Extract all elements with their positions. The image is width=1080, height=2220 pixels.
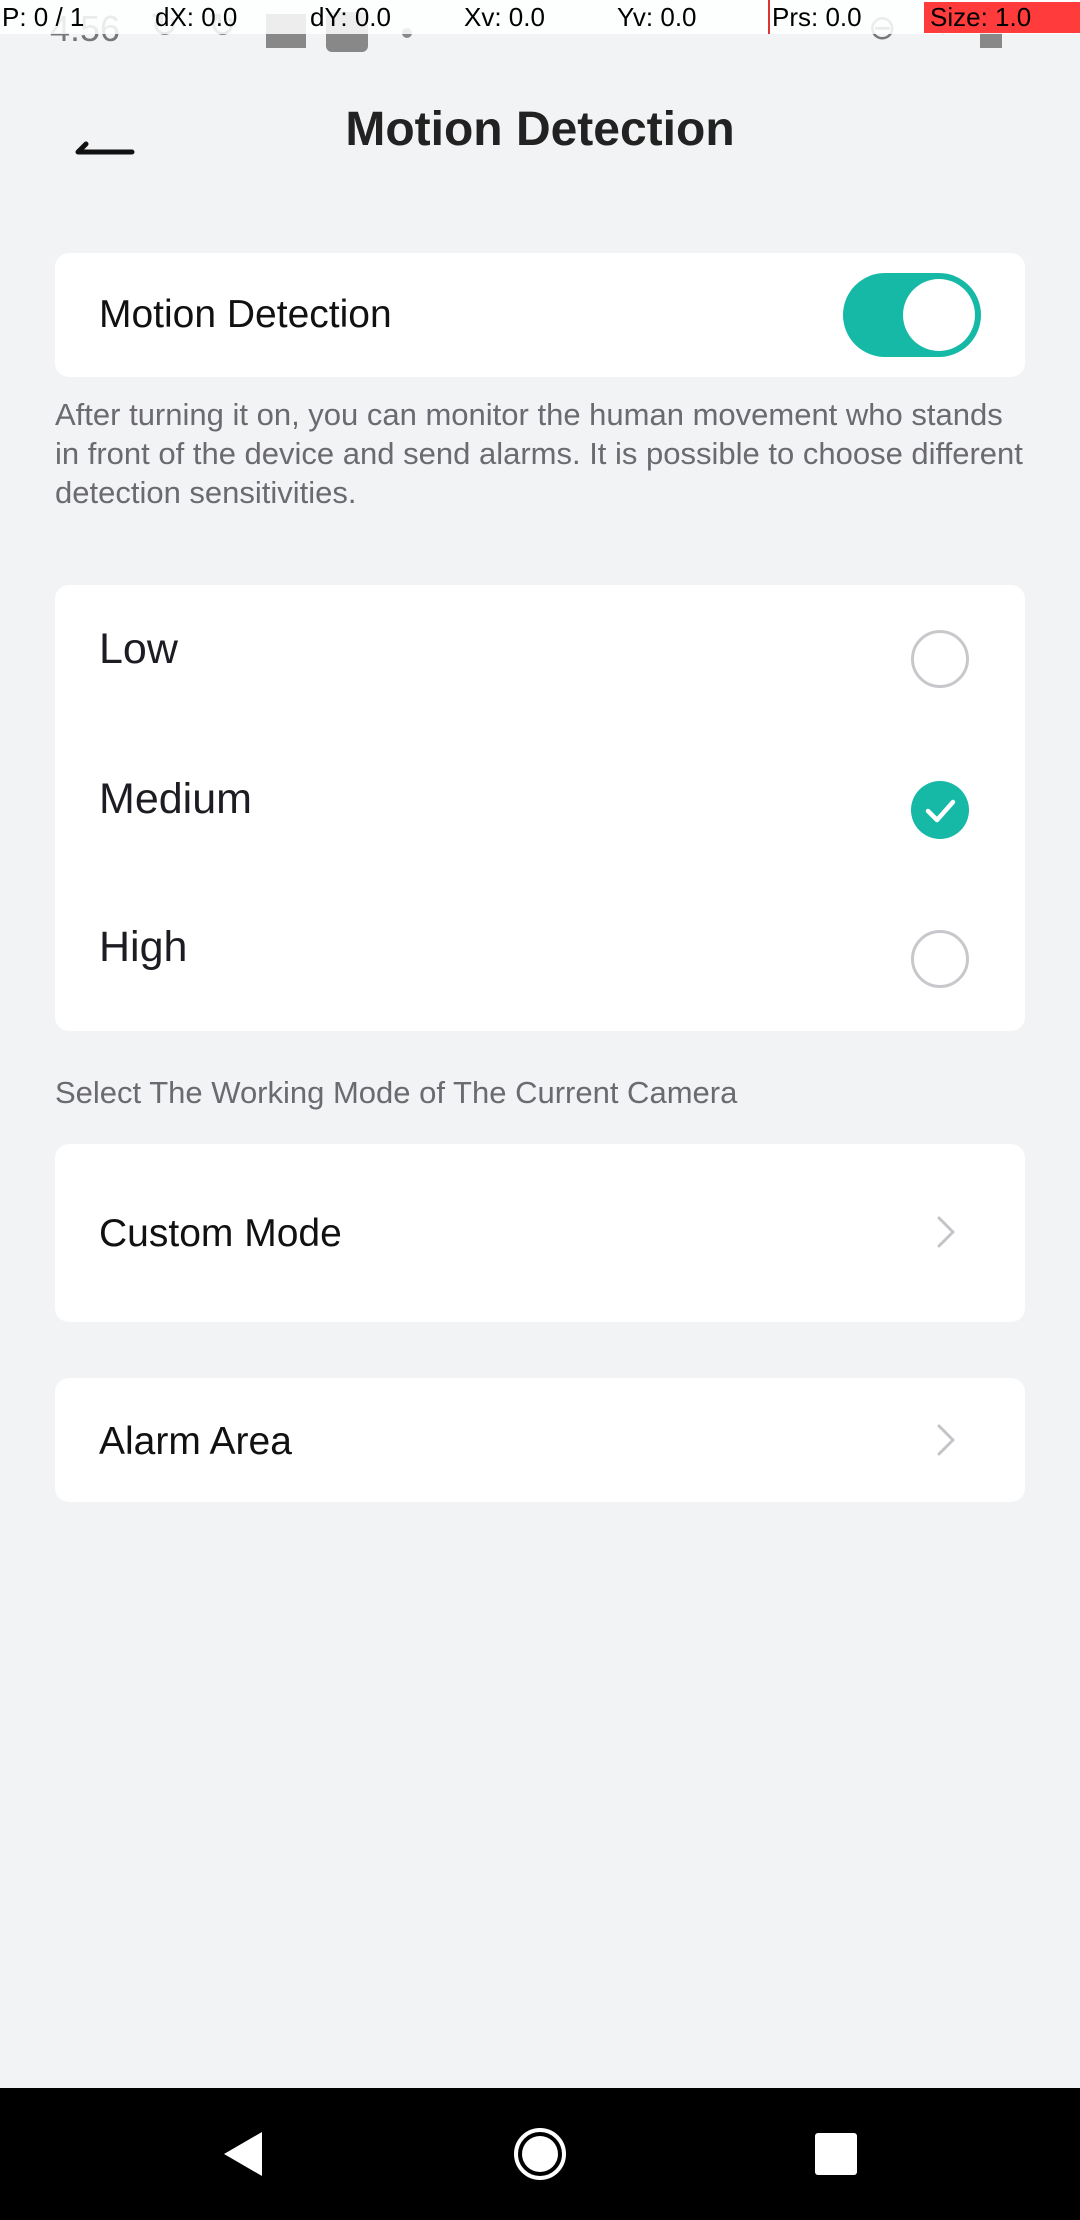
motion-detection-toggle[interactable] <box>843 273 981 357</box>
sensitivity-option-medium[interactable]: Medium <box>55 735 1025 885</box>
checkmark-icon <box>925 799 956 823</box>
alarm-area-row[interactable]: Alarm Area <box>55 1378 1025 1502</box>
sensitivity-card: Low Medium High <box>55 585 1025 1031</box>
nav-recents-icon <box>815 2133 857 2175</box>
nav-home-icon <box>514 2128 566 2180</box>
chevron-right-icon <box>937 1216 955 1248</box>
custom-mode-label: Custom Mode <box>99 1212 342 1255</box>
navigation-bar <box>0 2088 1080 2220</box>
nav-home-button[interactable] <box>500 2118 580 2190</box>
overlay-dx: dX: 0.0 <box>155 2 238 32</box>
radio-low[interactable] <box>911 630 969 688</box>
overlay-dy: dY: 0.0 <box>310 2 391 32</box>
sensitivity-label-high: High <box>99 923 188 971</box>
motion-description: After turning it on, you can monitor the… <box>55 397 1023 510</box>
radio-high[interactable] <box>911 930 969 988</box>
sensitivity-label-medium: Medium <box>99 775 252 823</box>
sensitivity-label-low: Low <box>99 625 178 673</box>
screen: 4:56 ↻ ↻ ⊖ ▼ P: 0 / 1 dX: 0.0 dY: 0.0 Xv… <box>0 0 1080 2220</box>
overlay-size: Size: 1.0 <box>924 2 1080 33</box>
chevron-right-icon <box>937 1424 955 1456</box>
nav-recents-button[interactable] <box>796 2118 876 2190</box>
overlay-xv: Xv: 0.0 <box>464 2 545 32</box>
status-bar: 4:56 ↻ ↻ ⊖ ▼ P: 0 / 1 dX: 0.0 dY: 0.0 Xv… <box>0 0 1080 52</box>
nav-back-icon <box>224 2132 262 2176</box>
debug-overlay: P: 0 / 1 dX: 0.0 dY: 0.0 Xv: 0.0 Yv: 0.0… <box>0 0 1080 34</box>
header: Motion Detection <box>0 80 1080 190</box>
toggle-knob <box>903 279 975 351</box>
motion-detection-card: Motion Detection <box>55 253 1025 377</box>
working-mode-caption: Select The Working Mode of The Current C… <box>55 1075 738 1110</box>
radio-medium[interactable] <box>911 781 969 839</box>
overlay-p: P: 0 / 1 <box>2 2 85 32</box>
page-title: Motion Detection <box>345 103 735 156</box>
overlay-separator <box>768 0 770 34</box>
custom-mode-row[interactable]: Custom Mode <box>55 1144 1025 1322</box>
sensitivity-option-high[interactable]: High <box>55 883 1025 1033</box>
motion-detection-label: Motion Detection <box>99 293 392 336</box>
nav-back-button[interactable] <box>204 2118 284 2190</box>
overlay-prs: Prs: 0.0 <box>772 2 862 32</box>
alarm-area-label: Alarm Area <box>99 1420 292 1463</box>
overlay-yv: Yv: 0.0 <box>617 2 697 32</box>
sensitivity-option-low[interactable]: Low <box>55 585 1025 735</box>
